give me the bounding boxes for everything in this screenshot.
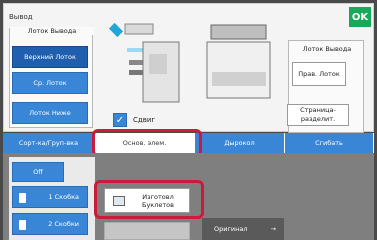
two-staples-label: 2 Скобки: [48, 220, 79, 228]
right-tray-button[interactable]: Прав. Лоток: [292, 62, 346, 86]
two-staples-button[interactable]: 2 Скобки: [12, 213, 88, 235]
tab-punch[interactable]: Дырокол: [195, 133, 285, 153]
disabled-button: [104, 222, 190, 240]
ok-button[interactable]: OK: [349, 7, 371, 27]
page-title: Вывод: [9, 13, 33, 21]
staple-icon: [19, 193, 26, 203]
page-separator-button[interactable]: Страница-разделит.: [287, 104, 349, 126]
original-button[interactable]: Оригинал →: [202, 218, 284, 240]
tab-fold[interactable]: Сгибать: [285, 133, 374, 153]
shift-label: Сдвиг: [133, 116, 156, 124]
one-staple-label: 1 Скобка: [48, 193, 79, 201]
middle-tray-button[interactable]: Ср. Лоток: [12, 72, 88, 94]
highlight-booklet: [94, 180, 204, 219]
printer-illustration: [108, 22, 271, 103]
one-staple-button[interactable]: 1 Скобка: [12, 186, 88, 208]
tab-sort-group[interactable]: Сорт-ка/Груп-вка: [3, 133, 95, 153]
output-settings-screen: Вывод OK Лоток Вывода Верхний Лоток Ср. …: [0, 0, 377, 240]
original-label: Оригинал: [214, 225, 248, 233]
arrow-right-icon: →: [270, 225, 276, 233]
staple-icon: [19, 220, 26, 230]
upper-tray-button[interactable]: Верхний Лоток: [12, 46, 88, 68]
right-tray-title: Лоток Вывода: [302, 45, 352, 53]
shift-checkbox[interactable]: ✓: [113, 113, 127, 127]
left-tray-title: Лоток Вывода: [10, 27, 94, 35]
lower-tray-button[interactable]: Лоток Ниже: [12, 102, 88, 124]
off-button[interactable]: Off: [12, 162, 64, 182]
